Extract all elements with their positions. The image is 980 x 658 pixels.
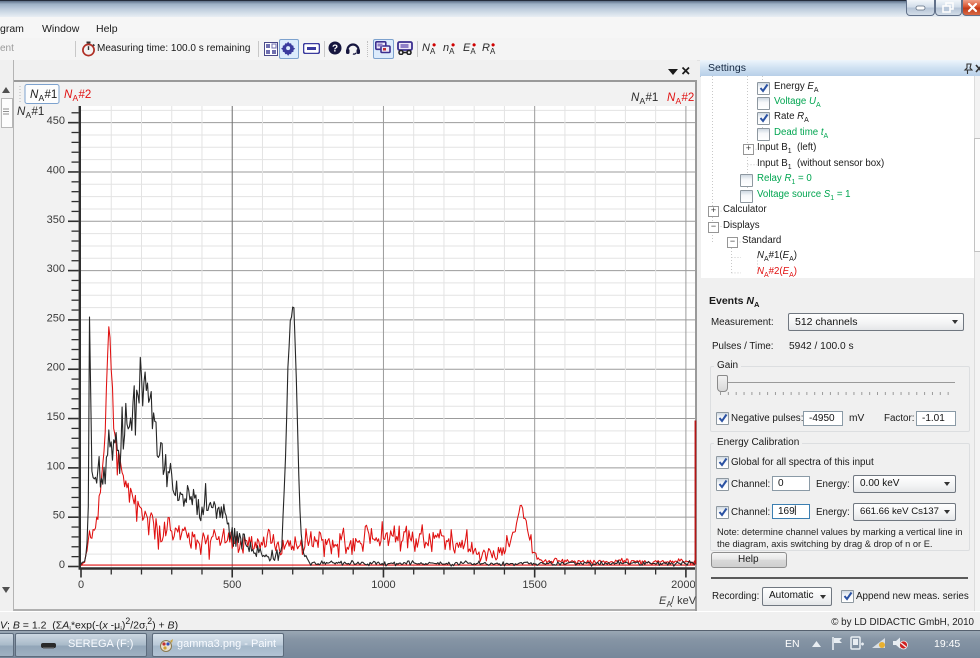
svg-text:50: 50 <box>53 510 65 522</box>
svg-text:2000: 2000 <box>671 579 695 591</box>
svg-text:450: 450 <box>47 115 65 127</box>
svg-text:300: 300 <box>47 263 65 275</box>
svg-text:1000: 1000 <box>371 579 395 591</box>
svg-text:100: 100 <box>47 460 65 472</box>
svg-text:150: 150 <box>47 411 65 423</box>
svg-text:#1: #1 <box>45 89 58 101</box>
svg-text:350: 350 <box>47 214 65 226</box>
svg-text:1500: 1500 <box>522 579 546 591</box>
svg-text:#1: #1 <box>32 106 45 118</box>
svg-text:?: ? <box>332 44 338 55</box>
svg-text:250: 250 <box>47 312 65 324</box>
svg-text:0: 0 <box>78 579 84 591</box>
svg-text:#2: #2 <box>682 92 695 104</box>
svg-text:#1: #1 <box>646 92 659 104</box>
svg-text:/ keV: / keV <box>671 595 697 607</box>
svg-text:200: 200 <box>47 362 65 374</box>
svg-text:400: 400 <box>47 164 65 176</box>
svg-text:500: 500 <box>223 579 241 591</box>
svg-text:#2: #2 <box>79 89 92 101</box>
svg-text:0: 0 <box>59 559 65 571</box>
